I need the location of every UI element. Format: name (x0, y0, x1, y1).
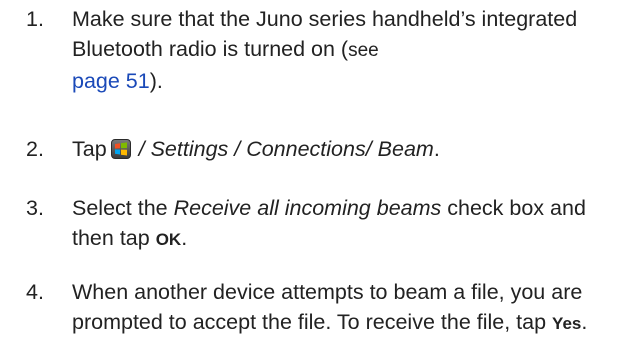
step-text: Tap / Settings / Connections/ Beam. (72, 134, 607, 164)
ok-label: OK (155, 230, 182, 249)
step-text: Make sure that the Juno series handheld’… (72, 4, 607, 96)
step-text-part: . (181, 226, 188, 250)
step-number: 3. (26, 196, 44, 220)
step-text: Select the Receive all incoming beams ch… (72, 193, 607, 255)
windows-start-icon (110, 139, 131, 159)
see-text: see (348, 40, 379, 61)
step-text-part: . (581, 310, 588, 334)
step-text-part: ). (149, 69, 163, 93)
step-text-part: When another device attempts to beam a f… (72, 280, 583, 334)
step-number: 4. (26, 280, 44, 304)
yes-label: Yes (552, 314, 582, 333)
step-number: 1. (26, 7, 44, 31)
settings-path: / Settings / Connections/ Beam (132, 137, 434, 161)
option-name: Receive all incoming beams (173, 196, 442, 220)
step-text-part: Tap (72, 137, 107, 161)
step-text-part: . (433, 137, 440, 161)
step-text: When another device attempts to beam a f… (72, 277, 607, 339)
step-text-part: Make sure that the Juno series handheld’… (72, 7, 578, 61)
step-number: 2. (26, 137, 44, 161)
page-link[interactable]: page 51 (72, 69, 150, 93)
step-text-part: Select the (72, 196, 174, 220)
